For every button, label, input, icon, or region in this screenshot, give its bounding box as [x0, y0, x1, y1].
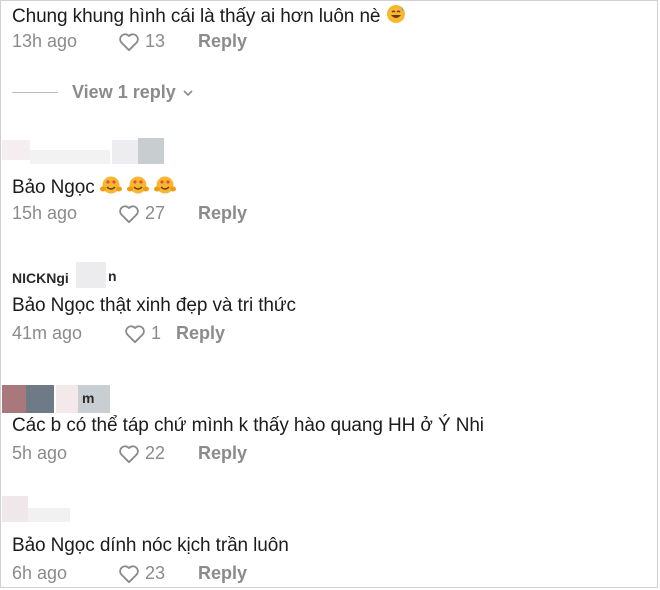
like-count: 13: [145, 31, 166, 51]
like-count: 27: [145, 203, 166, 223]
like-button[interactable]: 22: [118, 443, 198, 464]
reply-button[interactable]: Reply: [198, 31, 247, 52]
like-button[interactable]: 27: [118, 203, 198, 224]
timestamp: 13h ago: [12, 31, 78, 51]
timestamp: 41m ago: [12, 323, 83, 343]
comment-text: Chung khung hình cái là thấy ai hơn luôn…: [12, 4, 406, 28]
like-count: 22: [145, 443, 166, 463]
view-replies-button[interactable]: View 1 reply: [12, 82, 194, 103]
heart-icon: [119, 204, 139, 223]
heart-icon: [125, 324, 145, 343]
avatar-blur: [2, 496, 28, 522]
reply-button[interactable]: Reply: [198, 203, 247, 224]
like-count: 23: [145, 563, 166, 583]
heart-icon: [119, 32, 139, 51]
comment-text: Bảo Ngọc thật xinh đẹp và tri thức: [12, 295, 296, 316]
heart-eyes-hands-emoji-icon: [127, 176, 150, 194]
heart-icon: [119, 564, 139, 583]
timestamp: 15h ago: [12, 203, 78, 223]
comment-text: Bảo Ngọc dính nóc kịch trần luôn: [12, 535, 289, 556]
avatar-blur: [2, 385, 26, 413]
comment-meta: 41m ago 1 Reply: [12, 323, 225, 344]
timestamp: 5h ago: [12, 443, 68, 463]
heart-eyes-hands-emoji-icon: [154, 176, 177, 194]
reply-button[interactable]: Reply: [176, 323, 225, 344]
username[interactable]: NICKNgi: [12, 270, 69, 286]
timestamp: 6h ago: [12, 563, 68, 583]
comment-meta: 6h ago 23 Reply: [12, 563, 247, 584]
avatar-blur: [2, 140, 30, 160]
comment-meta: 13h ago 13 Reply: [12, 31, 247, 52]
username-blur: [28, 508, 70, 522]
comment-text: Bảo Ngọc: [12, 175, 177, 199]
username-blur: [112, 140, 138, 164]
heart-icon: [119, 444, 139, 463]
comment-text: Các b có thể táp chứ mình k thấy hào qua…: [12, 415, 484, 436]
like-count: 1: [151, 323, 162, 343]
comment-meta: 15h ago 27 Reply: [12, 203, 247, 224]
view-replies-label: View 1 reply: [72, 82, 176, 102]
divider: [12, 92, 58, 93]
reply-button[interactable]: Reply: [198, 443, 247, 464]
heart-eyes-hands-emoji-icon: [99, 176, 122, 194]
username-blur: [138, 138, 164, 164]
grinning-sweat-emoji-icon: [386, 5, 405, 23]
emoji-group: [99, 176, 177, 198]
chevron-down-icon: [183, 89, 193, 96]
comment-meta: 5h ago 22 Reply: [12, 443, 247, 464]
username-blur: [26, 385, 54, 413]
username-blur: [56, 385, 78, 413]
username-tail: n: [108, 268, 117, 284]
reply-button[interactable]: Reply: [198, 563, 247, 584]
username-tail: m: [82, 390, 95, 406]
like-button[interactable]: 23: [118, 563, 198, 584]
like-button[interactable]: 13: [118, 31, 198, 52]
username-blur: [30, 150, 110, 164]
username-blur: [76, 262, 106, 288]
